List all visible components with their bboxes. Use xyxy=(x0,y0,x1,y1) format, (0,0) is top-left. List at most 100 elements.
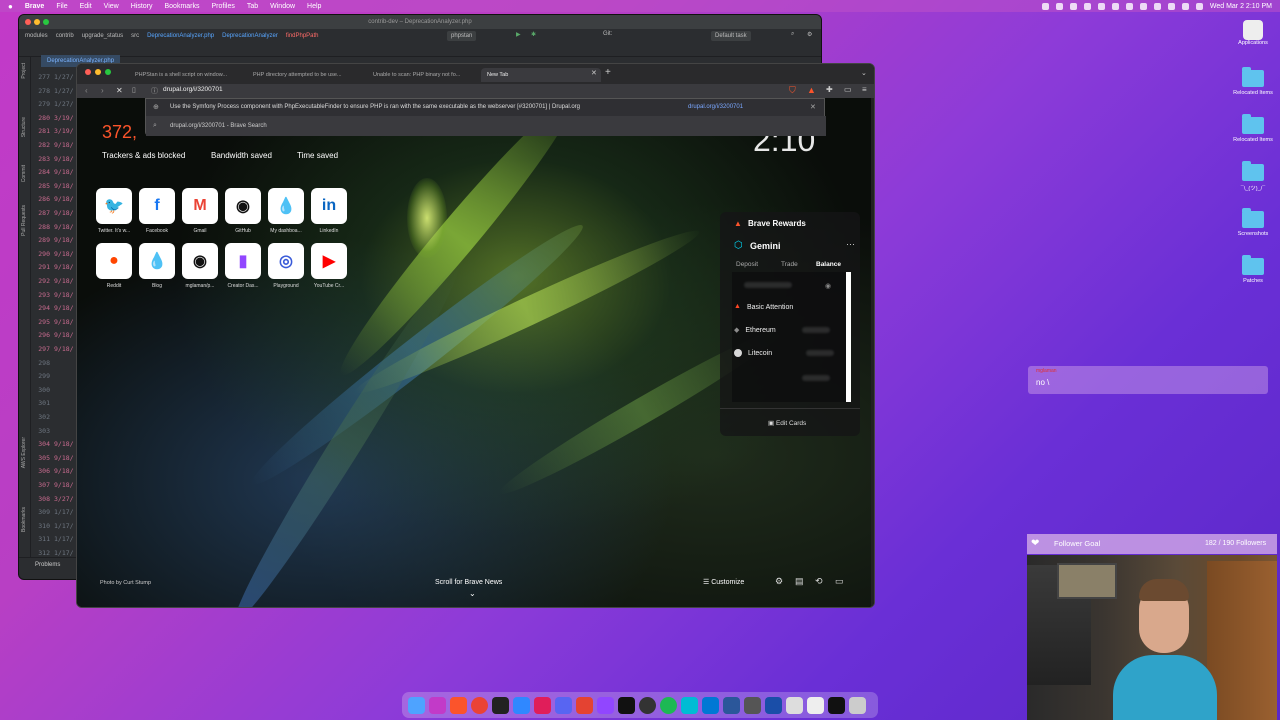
menu-help[interactable]: Help xyxy=(307,3,321,10)
blame-annotation[interactable]: 9/18/ xyxy=(54,168,74,176)
close-window-button[interactable] xyxy=(85,69,91,75)
minimize-window-button[interactable] xyxy=(34,19,40,25)
app-icon[interactable] xyxy=(597,696,614,714)
breadcrumb-item[interactable]: src xyxy=(131,33,139,39)
desktop-icon-relocated-items[interactable]: Relocated Items xyxy=(1223,67,1280,96)
blame-annotation[interactable]: 9/18/ xyxy=(54,318,74,326)
wallet-icon[interactable]: ▭ xyxy=(844,85,852,94)
top-site-tile[interactable]: M Gmail xyxy=(181,188,219,234)
blame-annotation[interactable]: 1/27/ xyxy=(54,87,74,95)
blame-annotation[interactable]: 9/18/ xyxy=(54,454,74,462)
blame-annotation[interactable]: 9/18/ xyxy=(54,182,74,190)
rewards-title[interactable]: Brave Rewards xyxy=(748,219,806,228)
status-icon[interactable] xyxy=(1055,2,1063,10)
menu-window[interactable]: Window xyxy=(270,3,295,10)
status-icon[interactable] xyxy=(1083,2,1091,10)
address-bar-input[interactable]: drupal.org/i/3200701 xyxy=(163,86,223,93)
suggestion-title[interactable]: Use the Symfony Process component with P… xyxy=(170,104,580,110)
app-icon[interactable] xyxy=(765,696,782,714)
terminal-icon[interactable] xyxy=(492,696,509,714)
menu-app-name[interactable]: Brave xyxy=(25,3,44,10)
extensions-icon[interactable]: ✚ xyxy=(826,85,833,94)
blame-annotation[interactable]: 9/18/ xyxy=(54,236,74,244)
blame-annotation[interactable]: 9/18/ xyxy=(54,481,74,489)
zoom-window-button[interactable] xyxy=(43,19,49,25)
top-site-tile[interactable]: 🐦 Twitter. It's w... xyxy=(95,188,133,234)
breadcrumb-item[interactable]: findPhpPath xyxy=(286,33,319,39)
menu-history[interactable]: History xyxy=(131,3,153,10)
menu-profiles[interactable]: Profiles xyxy=(212,3,235,10)
gemini-tab-deposit[interactable]: Deposit xyxy=(736,261,758,268)
bookmarks-icon[interactable]: ▤ xyxy=(795,576,804,587)
edit-cards-button[interactable]: ▣ Edit Cards xyxy=(768,419,806,427)
blame-annotation[interactable]: 3/27/ xyxy=(54,495,74,503)
debug-icon[interactable]: ✱ xyxy=(531,31,536,38)
tool-window-bookmarks[interactable]: Bookmarks xyxy=(21,507,27,532)
top-site-tile[interactable]: ◉ mglaman/p... xyxy=(181,243,219,289)
desktop-icon-patches[interactable]: Patches xyxy=(1223,255,1280,284)
finder-icon[interactable] xyxy=(408,696,425,714)
brave-talk-icon[interactable]: ▭ xyxy=(835,576,844,587)
desktop-icon-relocated-items-2[interactable]: Relocated Items xyxy=(1223,114,1280,143)
breadcrumb-item[interactable]: DeprecationAnalyzer.php xyxy=(147,33,214,39)
zoom-window-button[interactable] xyxy=(105,69,111,75)
browser-tab[interactable]: PHP directory attempted to be use... xyxy=(247,68,359,82)
search-icon[interactable]: ⌕ xyxy=(791,31,794,38)
control-center-icon[interactable] xyxy=(1195,2,1203,10)
breadcrumb-item[interactable]: contrib xyxy=(56,33,74,39)
widget-scrollbar[interactable] xyxy=(846,272,851,402)
top-site-tile[interactable]: f Facebook xyxy=(138,188,176,234)
run-icon[interactable]: ▶ xyxy=(516,31,521,38)
customize-button[interactable]: ☰ Customize xyxy=(703,578,744,586)
task-select[interactable]: Default task xyxy=(711,31,751,41)
status-icon[interactable] xyxy=(1139,2,1147,10)
desktop-icon-screenshots[interactable]: Screenshots xyxy=(1223,208,1280,237)
minimize-window-button[interactable] xyxy=(95,69,101,75)
blame-annotation[interactable]: 9/18/ xyxy=(54,277,74,285)
top-site-tile[interactable]: 💧 Blog xyxy=(138,243,176,289)
vscode-icon[interactable] xyxy=(513,696,530,714)
settings-gear-icon[interactable]: ⚙ xyxy=(807,31,812,38)
suggestion-search[interactable]: drupal.org/i/3200701 - Brave Search xyxy=(170,123,267,129)
top-site-tile[interactable]: 💧 My dashboa... xyxy=(267,188,305,234)
chevron-down-icon[interactable]: ⌄ xyxy=(469,589,476,598)
widget-more-icon[interactable]: ⋯ xyxy=(846,239,855,250)
app-icon[interactable] xyxy=(744,696,761,714)
blame-annotation[interactable]: 1/17/ xyxy=(54,535,74,543)
blame-annotation[interactable]: 9/18/ xyxy=(54,195,74,203)
app-icon[interactable] xyxy=(828,696,845,714)
back-icon[interactable]: ‹ xyxy=(85,86,88,95)
desktop-icon-shrug[interactable]: ¯\_(ツ)_/¯ xyxy=(1223,161,1280,192)
close-window-button[interactable] xyxy=(25,19,31,25)
app-icon[interactable] xyxy=(681,696,698,714)
menu-file[interactable]: File xyxy=(56,3,67,10)
desktop-icon-applications[interactable]: Applications xyxy=(1223,20,1280,46)
top-site-tile[interactable]: ◎ Playground xyxy=(267,243,305,289)
blame-annotation[interactable]: 9/18/ xyxy=(54,263,74,271)
status-icon[interactable] xyxy=(1069,2,1077,10)
top-site-tile[interactable]: ● Reddit xyxy=(95,243,133,289)
discord-icon[interactable] xyxy=(555,696,572,714)
bookmark-icon[interactable]: ▯ xyxy=(132,86,136,94)
brave-shields-icon[interactable]: ⛉ xyxy=(789,85,796,96)
menu-hamburger-icon[interactable]: ≡ xyxy=(862,85,867,94)
menu-bookmarks[interactable]: Bookmarks xyxy=(164,3,199,10)
blame-annotation[interactable]: 1/17/ xyxy=(54,549,74,557)
messenger-icon[interactable] xyxy=(702,696,719,714)
status-icon[interactable] xyxy=(1125,2,1133,10)
phpstorm-icon[interactable] xyxy=(618,696,635,714)
keyboard-icon[interactable] xyxy=(786,696,803,714)
top-site-tile[interactable]: ▮ Creator Das... xyxy=(224,243,262,289)
apple-menu-icon[interactable]: ● xyxy=(8,2,13,11)
tool-window-project[interactable]: Project xyxy=(21,63,27,79)
run-config-select[interactable]: phpstan xyxy=(447,31,477,41)
document-icon[interactable] xyxy=(807,696,824,714)
obs-icon[interactable] xyxy=(639,696,656,714)
forward-icon[interactable]: › xyxy=(101,86,104,95)
blame-annotation[interactable]: 9/18/ xyxy=(54,155,74,163)
brave-icon[interactable] xyxy=(450,696,467,714)
tool-window-structure[interactable]: Structure xyxy=(21,117,27,137)
blame-annotation[interactable]: 1/17/ xyxy=(54,522,74,530)
blame-annotation[interactable]: 9/18/ xyxy=(54,250,74,258)
app-icon[interactable] xyxy=(429,696,446,714)
